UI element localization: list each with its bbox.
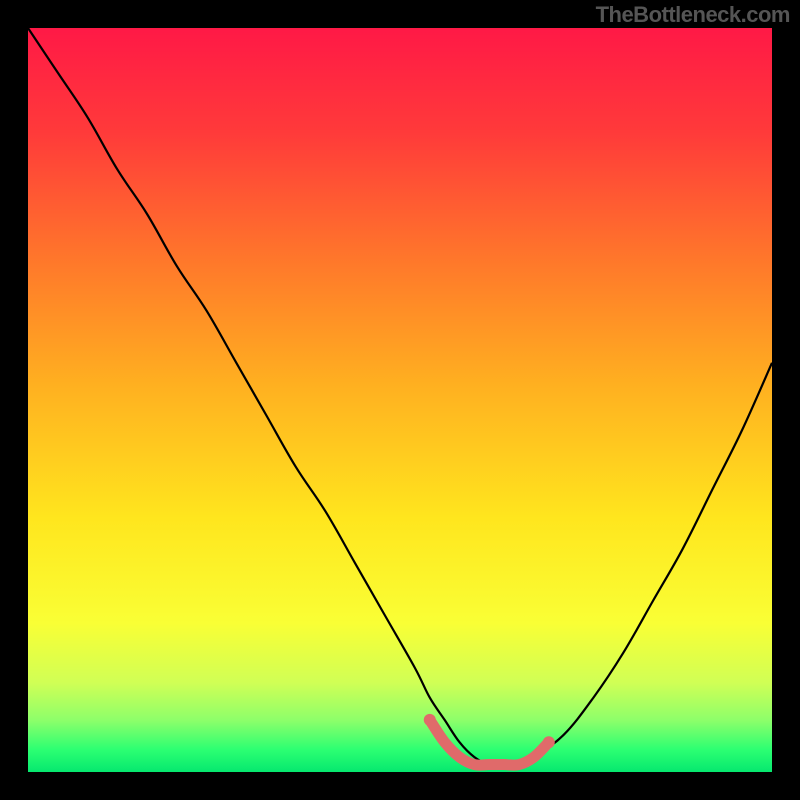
optimal-band-dot-left [424,714,436,726]
plot-area [28,28,772,772]
optimal-band-marker [430,720,549,765]
bottleneck-curve [28,28,772,765]
optimal-band-dot-right [543,736,555,748]
watermark: TheBottleneck.com [596,2,790,28]
bottleneck-chart: TheBottleneck.com [0,0,800,800]
curve-layer [28,28,772,772]
